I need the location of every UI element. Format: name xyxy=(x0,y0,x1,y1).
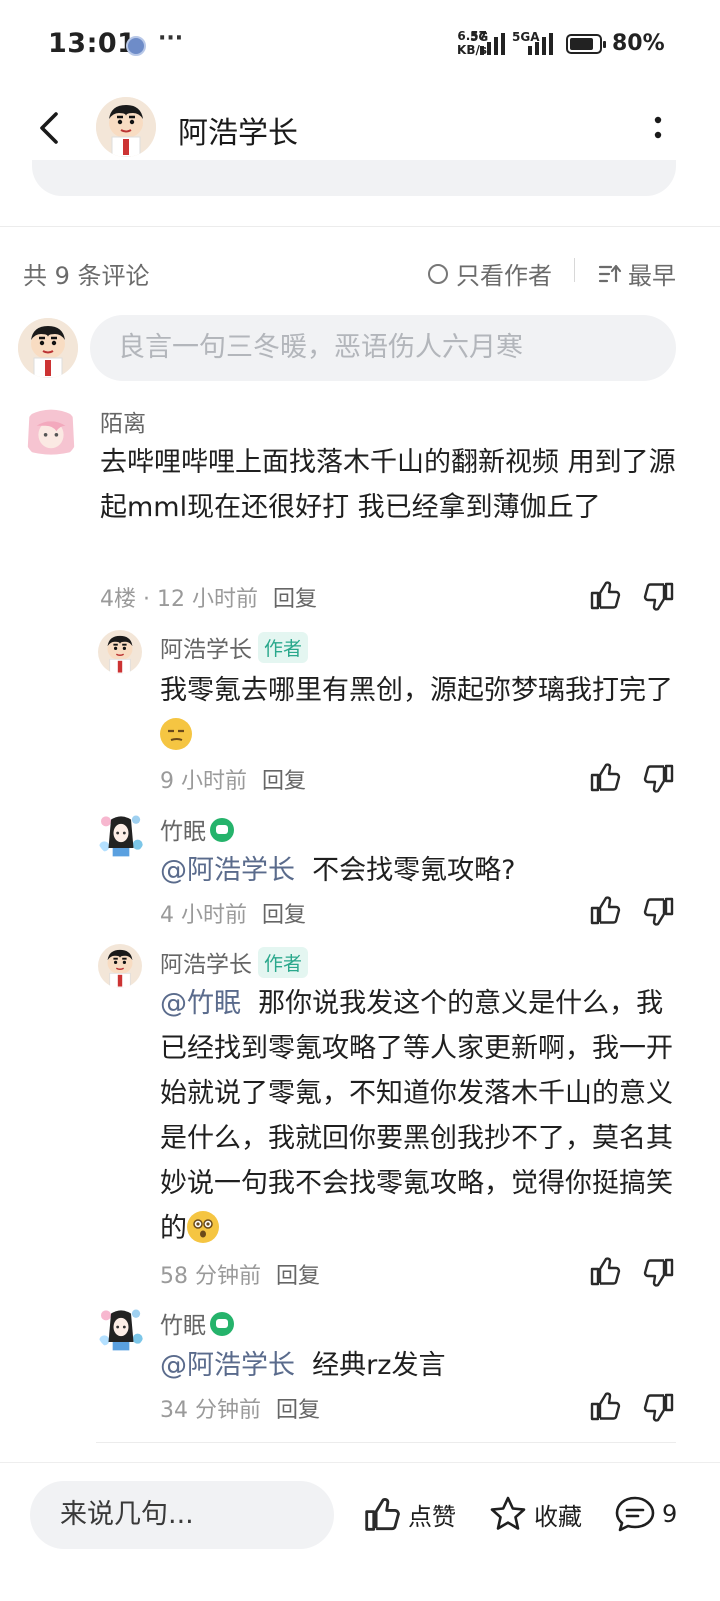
dislike-icon[interactable] xyxy=(642,895,676,929)
reply-time: 34 分钟前 xyxy=(160,1398,261,1423)
comment-count: 共 9 条评论 xyxy=(23,262,150,290)
author-tag: 作者 xyxy=(258,632,309,663)
comment-text: 去哔哩哔哩上面找落木千山的翻新视频 用到了源起mml现在还很好打 我已经拿到薄伽… xyxy=(100,447,676,523)
like-icon[interactable] xyxy=(588,1389,622,1423)
dislike-icon[interactable] xyxy=(642,580,676,614)
thumb-up-icon xyxy=(362,1494,402,1534)
reply-name[interactable]: 阿浩学长 xyxy=(160,637,252,663)
divider xyxy=(0,226,720,227)
author-tag: 作者 xyxy=(258,947,309,978)
favorite-label: 收藏 xyxy=(534,1502,582,1531)
sort-toggle[interactable]: 最早 xyxy=(598,256,676,291)
mention-link[interactable]: @竹眠 xyxy=(160,988,241,1019)
reply-text-content: 经典rz发言 xyxy=(312,1350,446,1381)
my-avatar xyxy=(18,318,78,378)
reply-author: 竹眠 xyxy=(160,812,234,846)
like-label: 点赞 xyxy=(408,1502,456,1531)
comment-count-badge: 9 xyxy=(662,1500,678,1528)
like-icon[interactable] xyxy=(588,893,622,927)
battery-percent: 80% xyxy=(612,31,665,56)
reply-text-content: 不会找零氪攻略? xyxy=(312,855,516,886)
reply-button[interactable]: 回复 xyxy=(273,587,317,612)
mention-link[interactable]: @阿浩学长 xyxy=(160,855,295,886)
star-icon xyxy=(490,1496,526,1530)
author-only-label: 只看作者 xyxy=(456,262,552,290)
reply-author: 竹眠 xyxy=(160,1306,234,1340)
page-title[interactable]: 阿浩学长 xyxy=(178,108,298,152)
comment-meta: 4楼 · 12 小时前 回复 xyxy=(100,581,317,613)
reply-time: 58 分钟前 xyxy=(160,1264,261,1289)
reply-avatar[interactable] xyxy=(96,1302,146,1352)
reply-avatar[interactable] xyxy=(96,808,146,858)
favorite-button[interactable]: 收藏 xyxy=(488,1494,582,1534)
dislike-icon[interactable] xyxy=(642,1256,676,1290)
like-icon[interactable] xyxy=(588,760,622,794)
reply-text: 我零氪去哪里有黑创，源起弥梦璃我打完了 xyxy=(160,668,680,758)
sort-label: 最早 xyxy=(628,262,676,290)
reply-time: 4 小时前 xyxy=(160,903,247,928)
reply-text: @竹眠 那你说我发这个的意义是什么，我已经找到零氪攻略了等人家更新啊，我一开始就… xyxy=(160,981,680,1251)
reply-author: 阿浩学长 作者 xyxy=(160,945,309,979)
post-card-bottom xyxy=(32,160,676,196)
reply-time: 9 小时前 xyxy=(160,769,247,794)
shocked-emoji-icon xyxy=(187,1211,219,1243)
meta-dot: · xyxy=(143,587,150,612)
bottom-comment-input[interactable]: 来说几句... xyxy=(30,1481,334,1549)
status-time: 13:01 xyxy=(48,28,137,59)
more-options-icon[interactable] xyxy=(640,110,676,146)
author-avatar[interactable] xyxy=(96,97,156,157)
commenter-avatar[interactable] xyxy=(24,406,78,460)
like-icon[interactable] xyxy=(588,1254,622,1288)
reply-avatar[interactable] xyxy=(98,944,142,988)
divider xyxy=(574,258,575,282)
reply-author: 阿浩学长 作者 xyxy=(160,630,309,664)
smirk-emoji-icon xyxy=(160,718,192,750)
dislike-icon[interactable] xyxy=(642,1391,676,1425)
reply-name[interactable]: 竹眠 xyxy=(160,819,206,845)
reply-text-rest: 么，我已经找到零氪攻略了等人家更新啊，我一开始就说了零氪，不知道你发落木千山的意… xyxy=(160,988,673,1244)
reply-text-line1: 那你说我发这个的意义是什 xyxy=(258,988,583,1019)
game-badge-icon xyxy=(210,1312,234,1336)
floor-number: 4楼 xyxy=(100,587,136,612)
sort-icon xyxy=(598,264,622,282)
reply-button[interactable]: 回复 xyxy=(262,903,306,928)
reply-meta: 9 小时前 回复 xyxy=(160,763,306,795)
reply-button[interactable]: 回复 xyxy=(262,769,306,794)
comments-button[interactable]: 9 xyxy=(614,1494,677,1534)
dislike-icon[interactable] xyxy=(642,762,676,796)
author-only-toggle[interactable]: 只看作者 xyxy=(428,256,552,291)
comment-time: 12 小时前 xyxy=(157,587,258,612)
notification-app-icon xyxy=(126,36,146,56)
back-arrow-icon[interactable] xyxy=(32,108,72,148)
commenter-name[interactable]: 陌离 xyxy=(100,404,146,438)
reply-meta: 34 分钟前 回复 xyxy=(160,1392,320,1424)
like-button[interactable]: 点赞 xyxy=(362,1494,456,1534)
reply-name[interactable]: 阿浩学长 xyxy=(160,952,252,978)
comment-input[interactable]: 良言一句三冬暖，恶语伤人六月寒 xyxy=(90,315,676,381)
battery-icon xyxy=(566,34,606,54)
reply-button[interactable]: 回复 xyxy=(276,1264,320,1289)
divider xyxy=(96,1442,676,1443)
like-icon[interactable] xyxy=(588,578,622,612)
reply-meta: 58 分钟前 回复 xyxy=(160,1258,320,1290)
reply-text: @阿浩学长 经典rz发言 xyxy=(160,1343,680,1388)
reply-text-content: 我零氪去哪里有黑创，源起弥梦璃我打完了 xyxy=(160,675,673,706)
signal-icon xyxy=(480,33,505,55)
reply-meta: 4 小时前 回复 xyxy=(160,897,306,929)
reply-button[interactable]: 回复 xyxy=(276,1398,320,1423)
signal-icon-2 xyxy=(528,33,553,55)
radio-circle-icon[interactable] xyxy=(428,263,448,284)
reply-avatar[interactable] xyxy=(98,630,142,674)
mention-link[interactable]: @阿浩学长 xyxy=(160,1350,295,1381)
reply-text: @阿浩学长 不会找零氪攻略? xyxy=(160,848,680,893)
more-notifications-icon: ··· xyxy=(158,26,184,51)
comment-bubble-icon xyxy=(615,1496,655,1532)
game-badge-icon xyxy=(210,818,234,842)
reply-name[interactable]: 竹眠 xyxy=(160,1313,206,1339)
